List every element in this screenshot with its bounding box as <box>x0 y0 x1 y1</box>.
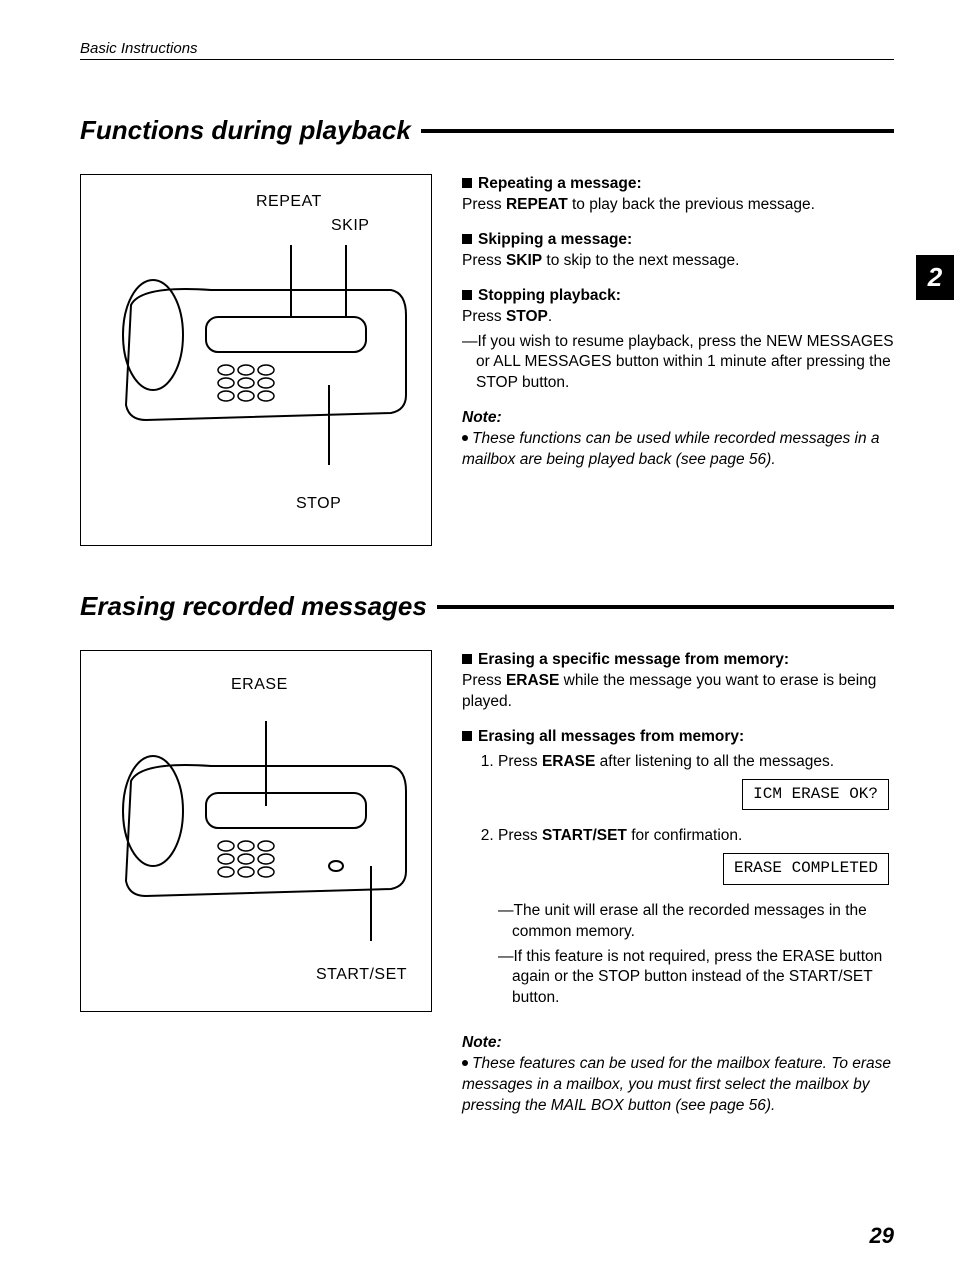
erase-specific-body: Press ERASE while the message you want t… <box>462 671 894 713</box>
section-title-row-2: Erasing recorded messages <box>80 591 894 622</box>
lcd-display-2: ERASE COMPLETED <box>723 853 889 885</box>
t: Press <box>462 252 506 269</box>
square-bullet-icon <box>462 234 472 244</box>
callouts-2: Erasing a specific message from memory: … <box>462 650 894 1121</box>
lcd-display-1: ICM ERASE OK? <box>742 779 889 811</box>
step-1: Press ERASE after listening to all the m… <box>498 752 894 823</box>
stop-line: Press STOP. <box>462 307 894 328</box>
running-head: Basic Instructions <box>80 40 894 60</box>
dash-2: —If this feature is not required, press … <box>498 947 894 1010</box>
square-bullet-icon <box>462 290 472 300</box>
note-head-2: Note: <box>462 1033 894 1054</box>
repeat-title: Repeating a message: <box>478 175 642 192</box>
t: to play back the previous message. <box>568 196 815 213</box>
skip-title: Skipping a message: <box>478 231 632 248</box>
section-title-2: Erasing recorded messages <box>80 591 427 622</box>
note-head-1: Note: <box>462 408 894 429</box>
fax-illustration-icon <box>91 245 421 465</box>
chapter-tab: 2 <box>916 255 954 300</box>
title-rule <box>437 605 894 609</box>
note-body-1: These functions can be used while record… <box>462 429 894 471</box>
figure-erase: ERASE START/SET <box>80 650 432 1012</box>
erase-specific-title: Erasing a specific message from memory: <box>478 651 789 668</box>
fax-illustration-icon <box>91 721 421 941</box>
label-startset: START/SET <box>316 966 407 984</box>
t: ERASE <box>542 753 595 770</box>
figure-playback: REPEAT SKIP STOP <box>80 174 432 546</box>
t: . <box>548 308 552 325</box>
t: ERASE <box>506 672 559 689</box>
t: Press <box>498 753 542 770</box>
round-bullet-icon <box>462 1060 468 1066</box>
t: Press <box>498 827 542 844</box>
section-title-row: Functions during playback <box>80 115 894 146</box>
erase-all-steps: Press ERASE after listening to all the m… <box>462 752 894 897</box>
t: These functions can be used while record… <box>462 430 880 468</box>
square-bullet-icon <box>462 654 472 664</box>
t: STOP <box>506 308 548 325</box>
erase-all-title: Erasing all messages from memory: <box>478 728 744 745</box>
t: START/SET <box>542 827 627 844</box>
label-skip: SKIP <box>331 217 369 235</box>
title-rule <box>421 129 894 133</box>
t: for confirmation. <box>627 827 742 844</box>
t: SKIP <box>506 252 542 269</box>
repeat-body: Press REPEAT to play back the previous m… <box>462 195 894 216</box>
square-bullet-icon <box>462 178 472 188</box>
label-erase: ERASE <box>231 676 288 694</box>
section-1-body: REPEAT SKIP STOP <box>80 174 894 546</box>
t: to skip to the next message. <box>542 252 739 269</box>
t: Press <box>462 308 506 325</box>
skip-body: Press SKIP to skip to the next message. <box>462 251 894 272</box>
t: after listening to all the messages. <box>595 753 834 770</box>
square-bullet-icon <box>462 731 472 741</box>
section-2-body: ERASE START/SET <box>80 650 894 1121</box>
callouts-1: Repeating a message: Press REPEAT to pla… <box>462 174 894 546</box>
label-stop: STOP <box>296 495 341 513</box>
stop-title: Stopping playback: <box>478 287 621 304</box>
page-number: 29 <box>870 1223 894 1249</box>
note-body-2: These features can be used for the mailb… <box>462 1054 894 1117</box>
t: Press <box>462 672 506 689</box>
stop-dash: —If you wish to resume playback, press t… <box>462 332 894 395</box>
t: REPEAT <box>506 196 568 213</box>
label-repeat: REPEAT <box>256 193 322 211</box>
t: These features can be used for the mailb… <box>462 1055 891 1114</box>
page: Basic Instructions 2 Functions during pl… <box>0 0 954 1279</box>
section-title-1: Functions during playback <box>80 115 411 146</box>
t: Press <box>462 196 506 213</box>
dash-1: —The unit will erase all the recorded me… <box>498 901 894 943</box>
step-2: Press START/SET for confirmation. ERASE … <box>498 826 894 897</box>
round-bullet-icon <box>462 435 468 441</box>
